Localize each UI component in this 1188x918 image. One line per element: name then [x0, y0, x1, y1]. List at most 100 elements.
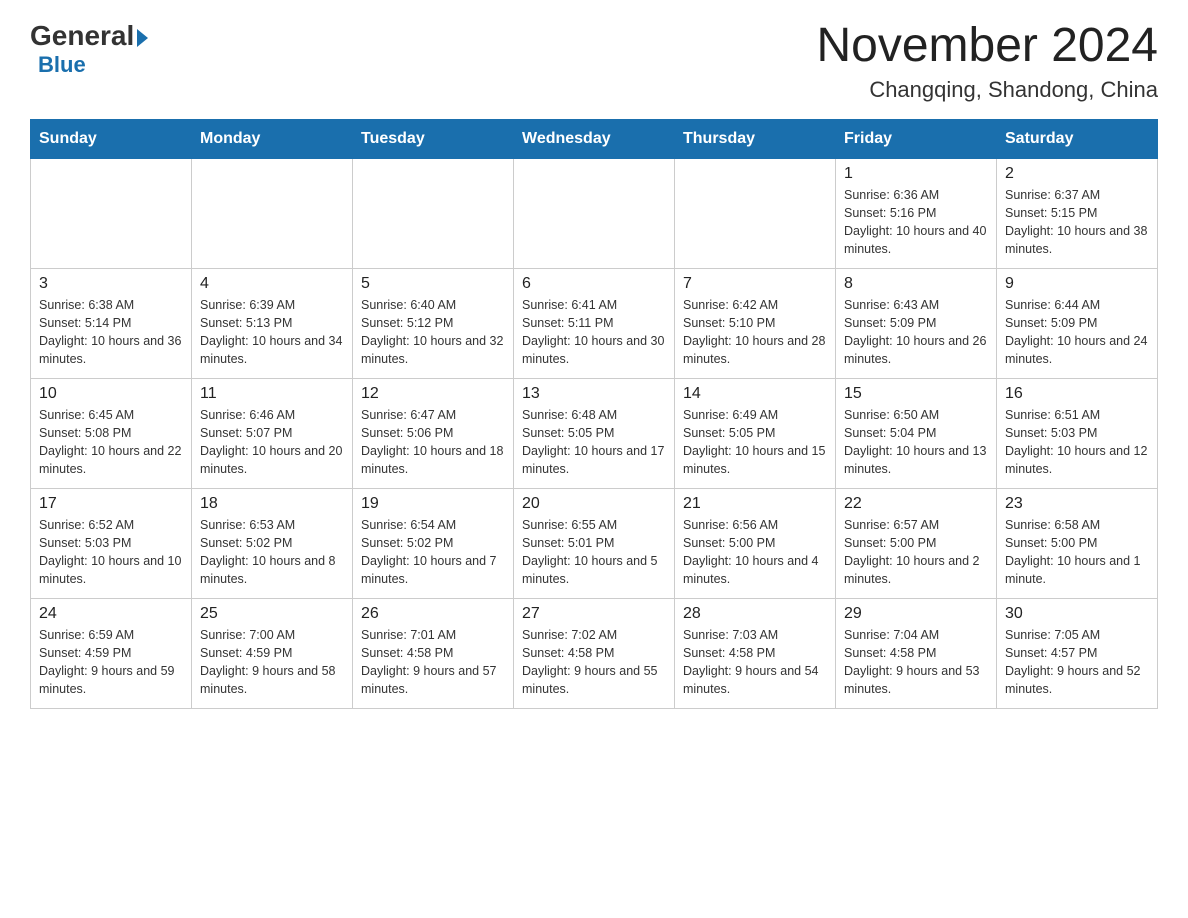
calendar-cell: 10 Sunrise: 6:45 AMSunset: 5:08 PMDayligh… — [31, 378, 192, 488]
day-info: Sunrise: 7:05 AMSunset: 4:57 PMDaylight:… — [1005, 626, 1149, 699]
day-info: Sunrise: 6:56 AMSunset: 5:00 PMDaylight:… — [683, 516, 827, 589]
page-title: November 2024 — [816, 20, 1158, 73]
day-info: Sunrise: 6:54 AMSunset: 5:02 PMDaylight:… — [361, 516, 505, 589]
day-info: Sunrise: 6:39 AMSunset: 5:13 PMDaylight:… — [200, 296, 344, 369]
calendar-cell: 5 Sunrise: 6:40 AMSunset: 5:12 PMDaylight… — [353, 268, 514, 378]
calendar-day-header: Sunday — [31, 119, 192, 158]
calendar-week-row: 1 Sunrise: 6:36 AMSunset: 5:16 PMDaylight… — [31, 158, 1158, 268]
day-number: 30 — [1005, 605, 1149, 623]
calendar-cell — [353, 158, 514, 268]
calendar-cell — [675, 158, 836, 268]
day-number: 2 — [1005, 165, 1149, 183]
page-subtitle: Changqing, Shandong, China — [816, 77, 1158, 103]
calendar-cell: 7 Sunrise: 6:42 AMSunset: 5:10 PMDaylight… — [675, 268, 836, 378]
day-number: 21 — [683, 495, 827, 513]
calendar-cell: 25 Sunrise: 7:00 AMSunset: 4:59 PMDayligh… — [192, 598, 353, 708]
calendar-cell: 26 Sunrise: 7:01 AMSunset: 4:58 PMDayligh… — [353, 598, 514, 708]
day-number: 10 — [39, 385, 183, 403]
calendar-cell: 12 Sunrise: 6:47 AMSunset: 5:06 PMDayligh… — [353, 378, 514, 488]
calendar-table: SundayMondayTuesdayWednesdayThursdayFrid… — [30, 119, 1158, 709]
calendar-cell: 19 Sunrise: 6:54 AMSunset: 5:02 PMDayligh… — [353, 488, 514, 598]
day-number: 27 — [522, 605, 666, 623]
day-number: 7 — [683, 275, 827, 293]
day-number: 1 — [844, 165, 988, 183]
day-info: Sunrise: 6:40 AMSunset: 5:12 PMDaylight:… — [361, 296, 505, 369]
calendar-day-header: Wednesday — [514, 119, 675, 158]
day-info: Sunrise: 6:45 AMSunset: 5:08 PMDaylight:… — [39, 406, 183, 479]
day-info: Sunrise: 6:57 AMSunset: 5:00 PMDaylight:… — [844, 516, 988, 589]
calendar-day-header: Tuesday — [353, 119, 514, 158]
day-info: Sunrise: 6:50 AMSunset: 5:04 PMDaylight:… — [844, 406, 988, 479]
day-info: Sunrise: 6:49 AMSunset: 5:05 PMDaylight:… — [683, 406, 827, 479]
calendar-cell: 11 Sunrise: 6:46 AMSunset: 5:07 PMDayligh… — [192, 378, 353, 488]
day-number: 9 — [1005, 275, 1149, 293]
day-info: Sunrise: 6:55 AMSunset: 5:01 PMDaylight:… — [522, 516, 666, 589]
day-info: Sunrise: 6:43 AMSunset: 5:09 PMDaylight:… — [844, 296, 988, 369]
day-info: Sunrise: 6:47 AMSunset: 5:06 PMDaylight:… — [361, 406, 505, 479]
day-number: 3 — [39, 275, 183, 293]
calendar-cell: 24 Sunrise: 6:59 AMSunset: 4:59 PMDayligh… — [31, 598, 192, 708]
day-number: 4 — [200, 275, 344, 293]
calendar-cell: 14 Sunrise: 6:49 AMSunset: 5:05 PMDayligh… — [675, 378, 836, 488]
calendar-cell: 22 Sunrise: 6:57 AMSunset: 5:00 PMDayligh… — [836, 488, 997, 598]
day-info: Sunrise: 6:46 AMSunset: 5:07 PMDaylight:… — [200, 406, 344, 479]
day-info: Sunrise: 6:37 AMSunset: 5:15 PMDaylight:… — [1005, 186, 1149, 259]
calendar-cell: 27Sunrise: 7:02 AMSunset: 4:58 PMDayligh… — [514, 598, 675, 708]
day-number: 13 — [522, 385, 666, 403]
day-number: 5 — [361, 275, 505, 293]
calendar-cell: 18Sunrise: 6:53 AMSunset: 5:02 PMDayligh… — [192, 488, 353, 598]
day-number: 23 — [1005, 495, 1149, 513]
calendar-cell: 8 Sunrise: 6:43 AMSunset: 5:09 PMDaylight… — [836, 268, 997, 378]
day-info: Sunrise: 6:51 AMSunset: 5:03 PMDaylight:… — [1005, 406, 1149, 479]
day-number: 6 — [522, 275, 666, 293]
calendar-cell — [31, 158, 192, 268]
calendar-cell: 15Sunrise: 6:50 AMSunset: 5:04 PMDayligh… — [836, 378, 997, 488]
day-number: 26 — [361, 605, 505, 623]
calendar-week-row: 10 Sunrise: 6:45 AMSunset: 5:08 PMDayligh… — [31, 378, 1158, 488]
day-info: Sunrise: 6:38 AMSunset: 5:14 PMDaylight:… — [39, 296, 183, 369]
calendar-cell: 9 Sunrise: 6:44 AMSunset: 5:09 PMDaylight… — [997, 268, 1158, 378]
day-number: 29 — [844, 605, 988, 623]
day-info: Sunrise: 7:03 AMSunset: 4:58 PMDaylight:… — [683, 626, 827, 699]
day-info: Sunrise: 6:59 AMSunset: 4:59 PMDaylight:… — [39, 626, 183, 699]
calendar-cell: 16Sunrise: 6:51 AMSunset: 5:03 PMDayligh… — [997, 378, 1158, 488]
calendar-day-header: Friday — [836, 119, 997, 158]
calendar-cell: 23Sunrise: 6:58 AMSunset: 5:00 PMDayligh… — [997, 488, 1158, 598]
calendar-cell: 4 Sunrise: 6:39 AMSunset: 5:13 PMDaylight… — [192, 268, 353, 378]
calendar-cell: 30 Sunrise: 7:05 AMSunset: 4:57 PMDayligh… — [997, 598, 1158, 708]
day-number: 19 — [361, 495, 505, 513]
logo-blue-label: Blue — [38, 52, 86, 77]
day-number: 8 — [844, 275, 988, 293]
day-number: 17 — [39, 495, 183, 513]
title-section: November 2024 Changqing, Shandong, China — [816, 20, 1158, 103]
calendar-cell: 29Sunrise: 7:04 AMSunset: 4:58 PMDayligh… — [836, 598, 997, 708]
day-number: 11 — [200, 385, 344, 403]
calendar-week-row: 3 Sunrise: 6:38 AMSunset: 5:14 PMDaylight… — [31, 268, 1158, 378]
day-number: 24 — [39, 605, 183, 623]
calendar-cell: 2 Sunrise: 6:37 AMSunset: 5:15 PMDaylight… — [997, 158, 1158, 268]
calendar-cell: 13Sunrise: 6:48 AMSunset: 5:05 PMDayligh… — [514, 378, 675, 488]
calendar-header-row: SundayMondayTuesdayWednesdayThursdayFrid… — [31, 119, 1158, 158]
day-number: 22 — [844, 495, 988, 513]
day-info: Sunrise: 6:44 AMSunset: 5:09 PMDaylight:… — [1005, 296, 1149, 369]
day-number: 25 — [200, 605, 344, 623]
day-info: Sunrise: 7:00 AMSunset: 4:59 PMDaylight:… — [200, 626, 344, 699]
page-header: General Blue November 2024 Changqing, Sh… — [30, 20, 1158, 103]
calendar-cell — [192, 158, 353, 268]
day-info: Sunrise: 6:52 AMSunset: 5:03 PMDaylight:… — [39, 516, 183, 589]
calendar-week-row: 24 Sunrise: 6:59 AMSunset: 4:59 PMDayligh… — [31, 598, 1158, 708]
calendar-cell: 3 Sunrise: 6:38 AMSunset: 5:14 PMDaylight… — [31, 268, 192, 378]
calendar-cell: 6Sunrise: 6:41 AMSunset: 5:11 PMDaylight… — [514, 268, 675, 378]
calendar-cell: 28 Sunrise: 7:03 AMSunset: 4:58 PMDayligh… — [675, 598, 836, 708]
day-number: 14 — [683, 385, 827, 403]
calendar-cell: 17 Sunrise: 6:52 AMSunset: 5:03 PMDayligh… — [31, 488, 192, 598]
day-info: Sunrise: 6:42 AMSunset: 5:10 PMDaylight:… — [683, 296, 827, 369]
day-number: 28 — [683, 605, 827, 623]
day-info: Sunrise: 6:36 AMSunset: 5:16 PMDaylight:… — [844, 186, 988, 259]
day-info: Sunrise: 6:53 AMSunset: 5:02 PMDaylight:… — [200, 516, 344, 589]
day-number: 20 — [522, 495, 666, 513]
day-info: Sunrise: 7:01 AMSunset: 4:58 PMDaylight:… — [361, 626, 505, 699]
calendar-day-header: Saturday — [997, 119, 1158, 158]
calendar-day-header: Thursday — [675, 119, 836, 158]
day-number: 12 — [361, 385, 505, 403]
